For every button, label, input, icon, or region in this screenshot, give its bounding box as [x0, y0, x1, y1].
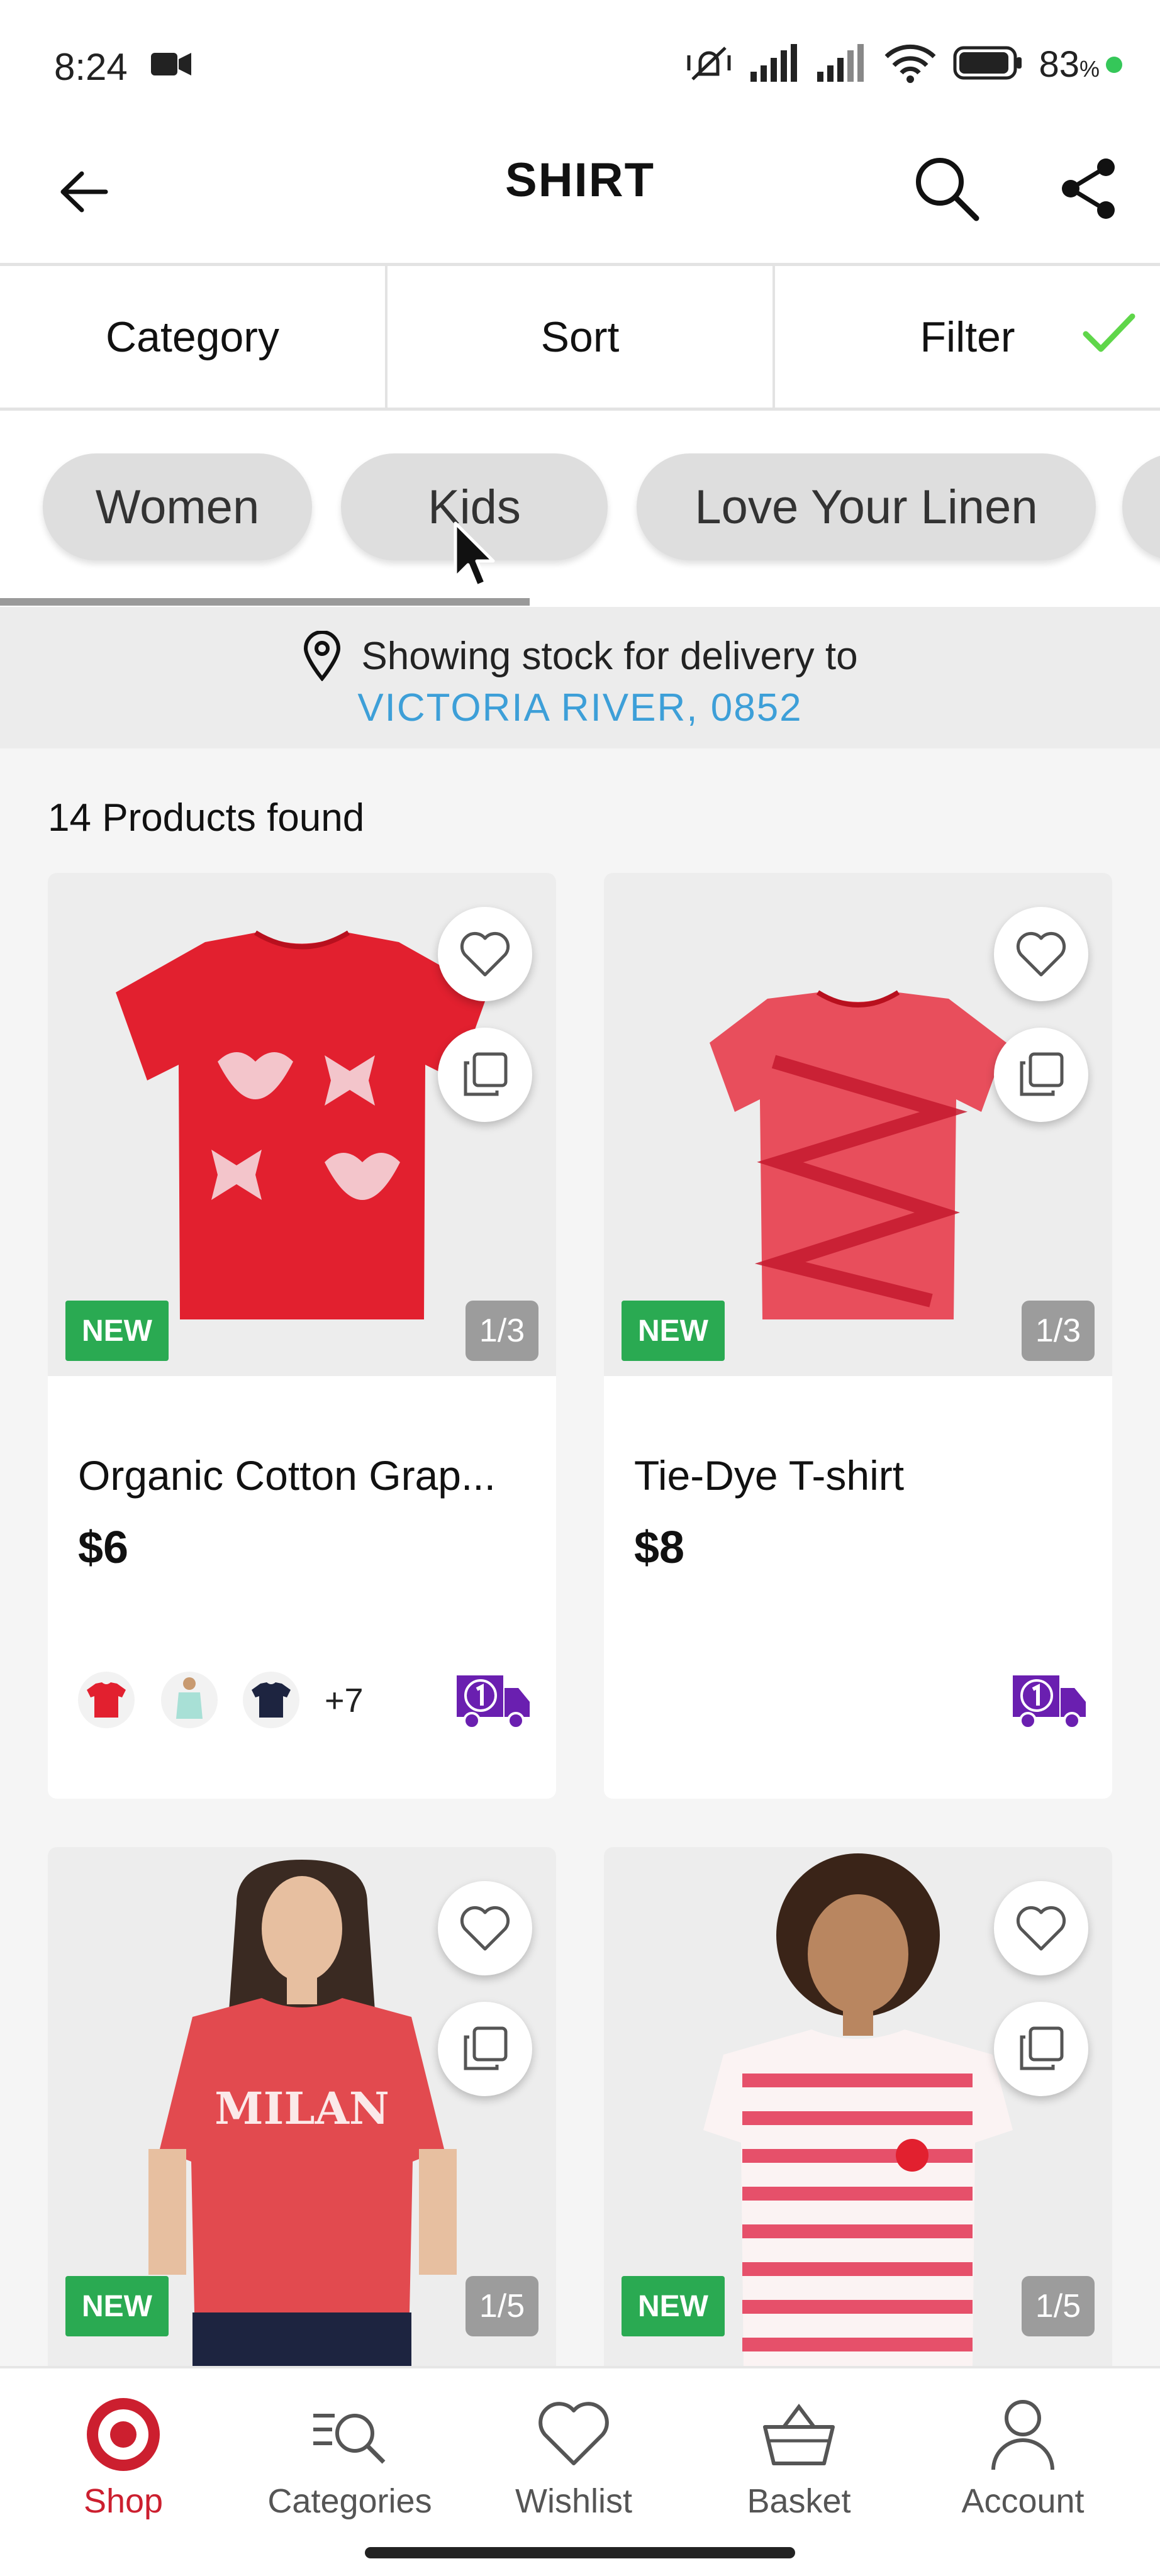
target-logo-icon	[29, 2394, 218, 2475]
tab-category[interactable]: Category	[0, 266, 388, 408]
product-card[interactable]: NEW 1/3 Organic Cotton Grap... $6 +7	[48, 873, 556, 1799]
color-swatch-navy[interactable]	[243, 1672, 299, 1728]
chip-linen-label: Love Your Linen	[694, 480, 1038, 534]
heart-icon	[1016, 1906, 1066, 1951]
wishlist-button[interactable]	[438, 1881, 532, 1975]
heart-icon	[1016, 931, 1066, 977]
search-button[interactable]	[906, 148, 988, 230]
nav-shop-label: Shop	[83, 2482, 164, 2520]
compare-button[interactable]	[994, 2002, 1088, 2096]
status-time: 8:24	[54, 46, 128, 88]
nav-wishlist-label: Wishlist	[515, 2482, 632, 2520]
chip-women-label: Women	[95, 480, 260, 534]
image-counter: 1/5	[1022, 2276, 1095, 2336]
status-icons: 83%	[684, 43, 1122, 86]
copy-squares-icon	[464, 2026, 508, 2070]
tab-category-label: Category	[106, 313, 279, 361]
location-pin-icon	[304, 631, 341, 681]
delivery-location-link[interactable]: VICTORIA RIVER, 0852	[0, 686, 1160, 730]
chip-women[interactable]: Women	[43, 453, 312, 560]
status-bar: 8:24 83%	[0, 0, 1160, 129]
product-card[interactable]: MILAN NEW 1/5	[48, 1847, 556, 2366]
share-icon	[1062, 158, 1115, 219]
nav-account[interactable]: Account	[929, 2394, 1117, 2521]
delivery-truck-icon	[455, 1670, 531, 1734]
wishlist-button[interactable]	[438, 907, 532, 1001]
battery-value: 83	[1039, 44, 1079, 85]
image-counter: 1/3	[1022, 1301, 1095, 1361]
signal-icon	[750, 44, 801, 85]
nav-basket-label: Basket	[747, 2482, 851, 2520]
compare-button[interactable]	[994, 1028, 1088, 1122]
battery-percent: 83%	[1039, 43, 1100, 86]
new-badge: NEW	[622, 2276, 725, 2336]
basket-icon	[705, 2394, 893, 2475]
product-name[interactable]: Organic Cotton Grap...	[78, 1452, 496, 1499]
chip-next-partial[interactable]	[1122, 453, 1160, 560]
product-card[interactable]: NEW 1/5	[604, 1847, 1112, 2366]
home-gesture-bar[interactable]	[365, 2547, 795, 2558]
nav-shop[interactable]: Shop	[29, 2394, 218, 2521]
wishlist-button[interactable]	[994, 907, 1088, 1001]
wishlist-button[interactable]	[994, 1881, 1088, 1975]
color-swatch-red[interactable]	[78, 1672, 135, 1728]
nav-account-label: Account	[961, 2482, 1085, 2520]
product-price: $6	[78, 1523, 129, 1573]
user-icon	[929, 2394, 1117, 2475]
filter-tab-bar: Category Sort Filter	[0, 266, 1160, 411]
delivery-line: Showing stock for delivery to	[0, 631, 1160, 681]
copy-squares-icon	[1020, 1052, 1064, 1096]
battery-unit: %	[1079, 56, 1100, 82]
compare-button[interactable]	[438, 2002, 532, 2096]
heart-icon	[460, 931, 510, 977]
nav-wishlist[interactable]: Wishlist	[479, 2394, 668, 2521]
nav-categories-label: Categories	[267, 2482, 432, 2520]
signal-icon	[817, 44, 867, 85]
search-icon	[916, 158, 979, 221]
tab-sort[interactable]: Sort	[388, 266, 775, 408]
color-swatch-mint[interactable]	[161, 1672, 218, 1728]
delivery-text: Showing stock for delivery to	[361, 634, 858, 678]
shirt-print-text: MILAN	[215, 2082, 389, 2135]
category-chip-row: Women Kids Love Your Linen	[0, 411, 1160, 607]
chip-love-your-linen[interactable]: Love Your Linen	[637, 453, 1096, 560]
delivery-location-banner[interactable]: Showing stock for delivery to VICTORIA R…	[0, 607, 1160, 748]
video-camera-icon	[151, 50, 191, 81]
mute-vibrate-icon	[684, 43, 734, 86]
categories-search-icon	[255, 2394, 444, 2475]
more-colors-count[interactable]: +7	[325, 1681, 364, 1720]
tab-filter[interactable]: Filter	[775, 266, 1160, 408]
checkmark-icon	[1083, 313, 1135, 352]
results-count: 14 Products found	[48, 796, 365, 840]
bottom-navigation: Shop Categories Wishlist Basket Account	[0, 2366, 1160, 2576]
app-header: SHIRT	[0, 129, 1160, 266]
copy-squares-icon	[1020, 2026, 1064, 2070]
image-counter: 1/3	[466, 1301, 538, 1361]
battery-icon	[953, 46, 1022, 83]
mouse-cursor-icon	[454, 521, 495, 588]
copy-squares-icon	[464, 1052, 508, 1096]
new-badge: NEW	[65, 2276, 169, 2336]
nav-categories[interactable]: Categories	[255, 2394, 444, 2521]
share-button[interactable]	[1047, 148, 1129, 230]
privacy-indicator-dot	[1106, 56, 1122, 73]
new-badge: NEW	[65, 1301, 169, 1361]
nav-basket[interactable]: Basket	[705, 2394, 893, 2521]
image-counter: 1/5	[466, 2276, 538, 2336]
heart-icon	[460, 1906, 510, 1951]
new-badge: NEW	[622, 1301, 725, 1361]
product-name[interactable]: Tie-Dye T-shirt	[634, 1452, 904, 1499]
tab-sort-label: Sort	[540, 313, 620, 361]
compare-button[interactable]	[438, 1028, 532, 1122]
product-card[interactable]: NEW 1/3 Tie-Dye T-shirt $8	[604, 873, 1112, 1799]
tab-filter-label: Filter	[920, 313, 1015, 361]
chip-scroll-indicator	[0, 598, 530, 606]
product-price: $8	[634, 1523, 685, 1573]
delivery-truck-icon	[1012, 1670, 1087, 1734]
heart-icon	[479, 2394, 668, 2475]
wifi-icon	[884, 43, 937, 86]
